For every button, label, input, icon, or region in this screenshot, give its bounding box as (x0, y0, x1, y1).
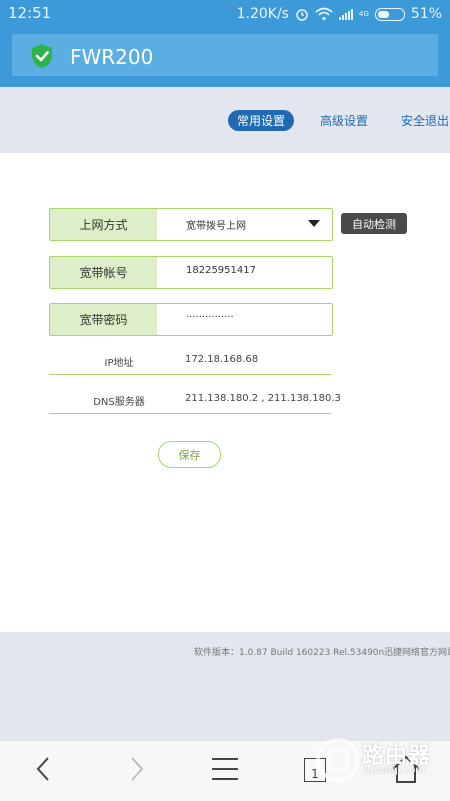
wifi-icon (315, 7, 333, 21)
battery-icon (374, 7, 405, 21)
watermark-subtitle: luyouqi.com (364, 765, 426, 776)
nav-advanced-settings[interactable]: 高级设置 (320, 112, 368, 129)
connection-mode-select[interactable]: 上网方式 宽带拨号上网 (49, 208, 333, 241)
dns-server-label: DNS服务器 (93, 397, 145, 408)
forward-icon[interactable] (116, 752, 156, 786)
dns-server-row: DNS服务器 211.138.180.2 , 211.138.180.3 (49, 389, 341, 414)
ip-address-value: 172.18.168.68 (185, 354, 259, 365)
network-type: 4G (358, 10, 369, 18)
ip-address-label: IP地址 (104, 358, 134, 369)
connection-mode-label: 上网方式 (50, 209, 157, 240)
software-version: 软件版本：1.0.87 Build 160223 Rel.53490n (194, 648, 385, 658)
dropdown-caret-icon[interactable] (308, 220, 320, 227)
dns-server-value: 211.138.180.2 , 211.138.180.3 (185, 393, 341, 404)
official-site-link[interactable]: 迅捷网络官方网站 (384, 645, 450, 658)
save-button[interactable]: 保存 (158, 441, 221, 468)
shield-check-icon (32, 44, 52, 68)
broadband-account-label: 宽带帐号 (50, 257, 157, 288)
connection-mode-value: 宽带拨号上网 (186, 221, 246, 232)
signal-icon (338, 8, 353, 20)
back-icon[interactable] (24, 752, 64, 786)
status-indicators: 1.20K/s 4G 51% (237, 4, 442, 24)
auto-detect-button[interactable]: 自动检测 (341, 213, 407, 234)
network-speed: 1.20K/s (236, 6, 289, 22)
app-title: FWR200 (70, 45, 154, 69)
nav-common-settings[interactable]: 常用设置 (228, 110, 294, 131)
nav-logout[interactable]: 安全退出 (401, 112, 449, 129)
broadband-account-field[interactable]: 宽带帐号 18225951417 (49, 256, 333, 289)
broadband-password-field[interactable]: 宽带密码 ............... (49, 303, 333, 336)
broadband-account-value[interactable]: 18225951417 (186, 265, 256, 276)
status-time: 12:51 (8, 4, 52, 22)
nav-band (0, 87, 450, 153)
menu-icon[interactable] (205, 752, 245, 786)
broadband-password-label: 宽带密码 (50, 304, 157, 335)
broadband-password-value[interactable]: ............... (186, 309, 234, 320)
alarm-icon (296, 9, 308, 21)
ip-address-row: IP地址 172.18.168.68 (49, 350, 331, 375)
battery-percent: 51% (410, 6, 442, 22)
